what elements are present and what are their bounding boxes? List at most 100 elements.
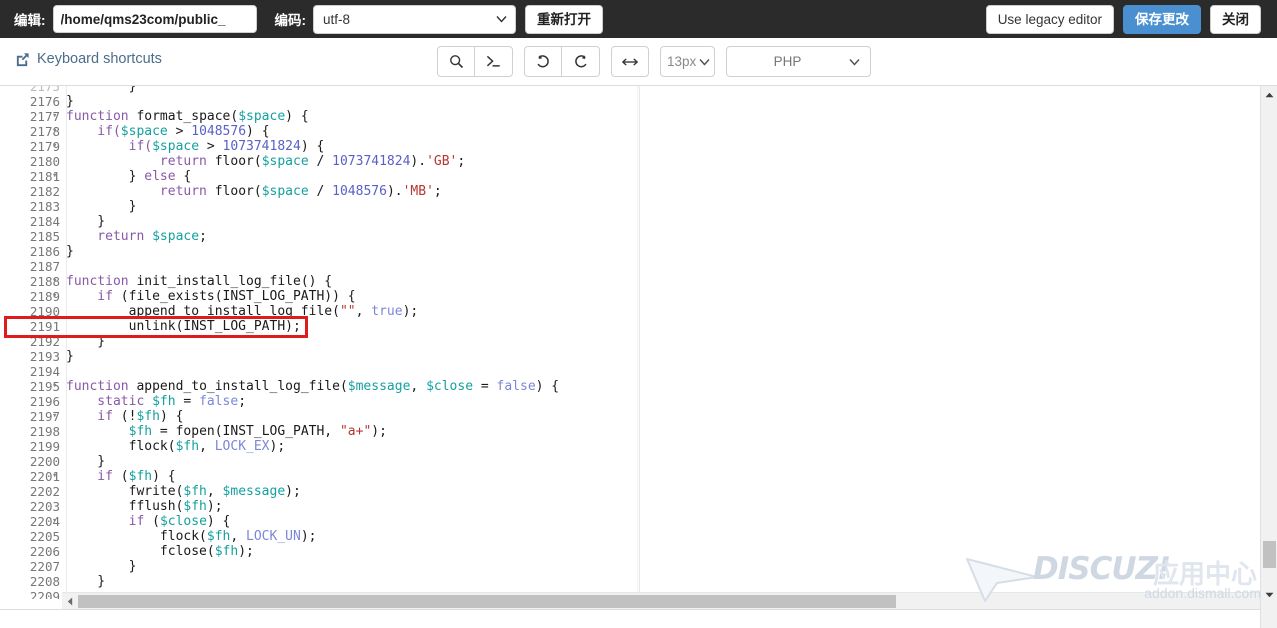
- code-line[interactable]: 2182 return floor($space / 1048576).'MB'…: [0, 184, 1258, 199]
- fold-toggle-icon[interactable]: ▾: [52, 274, 57, 289]
- reopen-button[interactable]: 重新打开: [525, 4, 603, 34]
- horizontal-arrows-icon: [622, 58, 638, 65]
- code-editor[interactable]: 2175 } 2176} 2177 ▾ function format_space($s…: [0, 86, 1277, 628]
- code-line[interactable]: 2176}: [0, 94, 1258, 109]
- line-number: 2196: [29, 394, 60, 409]
- code-text: function init_install_log_file() {: [66, 274, 333, 289]
- code-line[interactable]: 2201 ▾ if ($fh) {: [0, 469, 1258, 484]
- font-size-select[interactable]: 13px: [660, 46, 715, 77]
- code-line[interactable]: 2203 fflush($fh);: [0, 499, 1258, 514]
- code-line[interactable]: 2197 ▾ if (!$fh) {: [0, 409, 1258, 424]
- line-number: 2193: [29, 349, 60, 364]
- code-line[interactable]: 2189 ▾ if (file_exists(INST_LOG_PATH)) {: [0, 289, 1258, 304]
- file-path-input[interactable]: [52, 5, 257, 33]
- line-number: 2207: [29, 559, 60, 574]
- code-line[interactable]: 2195 ▾ function append_to_install_log_file…: [0, 379, 1258, 394]
- code-line[interactable]: 2192 }: [0, 334, 1258, 349]
- fold-toggle-icon[interactable]: ▾: [52, 124, 57, 139]
- close-button[interactable]: 关闭: [1210, 4, 1261, 34]
- code-text: return floor($space / 1048576).'MB';: [66, 184, 442, 199]
- horizontal-scroll-thumb[interactable]: [78, 595, 896, 608]
- code-line[interactable]: 2187: [0, 259, 1258, 274]
- code-line[interactable]: 2207 }: [0, 559, 1258, 574]
- line-number: 2176: [29, 94, 60, 109]
- undo-button[interactable]: [524, 46, 562, 77]
- code-line[interactable]: 2190 append_to_install_log_file("", true…: [0, 304, 1258, 319]
- save-changes-button[interactable]: 保存更改: [1123, 4, 1201, 34]
- fold-toggle-icon[interactable]: ▾: [52, 514, 57, 529]
- search-button[interactable]: [437, 46, 475, 77]
- toggle-wrap-button[interactable]: [611, 46, 649, 77]
- language-mode-select[interactable]: PHP: [726, 46, 871, 77]
- external-link-icon: [16, 52, 29, 66]
- history-group: [524, 46, 600, 77]
- code-text: }: [66, 199, 137, 214]
- encoding-select[interactable]: utf-8: [313, 4, 516, 34]
- code-text: static $fh = false;: [66, 394, 247, 409]
- code-line[interactable]: 2185 return $space;: [0, 229, 1258, 244]
- code-line[interactable]: 2191 unlink(INST_LOG_PATH);: [0, 319, 1258, 334]
- fold-toggle-icon[interactable]: ▾: [52, 469, 57, 484]
- scroll-left-button[interactable]: [62, 593, 77, 609]
- fold-toggle-icon[interactable]: ▾: [52, 139, 57, 154]
- code-line[interactable]: 2200 }: [0, 454, 1258, 469]
- code-line[interactable]: 2181 ▾ } else {: [0, 169, 1258, 184]
- line-number: 2183: [29, 199, 60, 214]
- line-number: 2192: [29, 334, 60, 349]
- line-number: 2180: [29, 154, 60, 169]
- code-text: }: [66, 559, 137, 574]
- console-button[interactable]: [475, 46, 513, 77]
- code-line[interactable]: 2179 ▾ if($space > 1073741824) {: [0, 139, 1258, 154]
- bottom-strip: [0, 609, 1277, 628]
- code-line[interactable]: 2186}: [0, 244, 1258, 259]
- code-line[interactable]: 2199 flock($fh, LOCK_EX);: [0, 439, 1258, 454]
- line-number: 2205: [29, 529, 60, 544]
- code-line[interactable]: 2196 static $fh = false;: [0, 394, 1258, 409]
- code-line[interactable]: 2178 ▾ if($space > 1048576) {: [0, 124, 1258, 139]
- undo-icon: [537, 54, 549, 67]
- vertical-scrollbar[interactable]: [1260, 86, 1277, 628]
- code-line[interactable]: 2180 return floor($space / 1073741824).'…: [0, 154, 1258, 169]
- line-number: 2203: [29, 499, 60, 514]
- fold-toggle-icon[interactable]: ▾: [52, 109, 57, 124]
- scroll-down-button[interactable]: [1261, 586, 1277, 603]
- redo-button[interactable]: [562, 46, 600, 77]
- code-line[interactable]: 2206 fclose($fh);: [0, 544, 1258, 559]
- vertical-scroll-thumb[interactable]: [1263, 541, 1276, 568]
- code-line[interactable]: 2202 fwrite($fh, $message);: [0, 484, 1258, 499]
- scroll-up-button[interactable]: [1261, 86, 1277, 103]
- use-legacy-editor-button[interactable]: Use legacy editor: [985, 4, 1114, 34]
- code-line[interactable]: 2205 flock($fh, LOCK_UN);: [0, 529, 1258, 544]
- code-text: function append_to_install_log_file($mes…: [66, 379, 560, 394]
- code-line[interactable]: 2194: [0, 364, 1258, 379]
- horizontal-scrollbar[interactable]: [62, 592, 1260, 609]
- code-text: if (!$fh) {: [66, 409, 184, 424]
- line-number: 2206: [29, 544, 60, 559]
- fold-toggle-icon[interactable]: ▾: [52, 169, 57, 184]
- code-text: }: [66, 574, 106, 589]
- code-line[interactable]: 2183 }: [0, 199, 1258, 214]
- fold-toggle-icon[interactable]: ▾: [52, 409, 57, 424]
- keyboard-shortcuts-link[interactable]: Keyboard shortcuts: [15, 51, 162, 67]
- terminal-icon: [487, 56, 500, 67]
- fold-toggle-icon[interactable]: ▾: [52, 289, 57, 304]
- line-number: 2187: [29, 259, 60, 274]
- code-lines-container[interactable]: 2175 } 2176} 2177 ▾ function format_space($s…: [0, 86, 1258, 599]
- code-line[interactable]: 2184 }: [0, 214, 1258, 229]
- code-text: }: [128, 86, 137, 94]
- code-line[interactable]: 2208 }: [0, 574, 1258, 589]
- fold-toggle-icon[interactable]: ▾: [52, 379, 57, 394]
- code-text: return floor($space / 1073741824).'GB';: [66, 154, 466, 169]
- line-number: 2191: [29, 319, 60, 334]
- code-line[interactable]: 2193}: [0, 349, 1258, 364]
- code-line[interactable]: 2175 }: [0, 86, 1258, 94]
- code-text: if($space > 1073741824) {: [66, 139, 325, 154]
- code-line[interactable]: 2198 $fh = fopen(INST_LOG_PATH, "a+");: [0, 424, 1258, 439]
- editor-toolbar: Keyboard shortcuts 13px PHP: [0, 38, 1277, 86]
- code-text: fflush($fh);: [66, 499, 223, 514]
- code-line[interactable]: 2204 ▾ if ($close) {: [0, 514, 1258, 529]
- code-line[interactable]: 2177 ▾ function format_space($space) {: [0, 109, 1258, 124]
- code-text: }: [66, 214, 106, 229]
- line-number: 2198: [29, 424, 60, 439]
- code-line[interactable]: 2188 ▾ function init_install_log_file() {: [0, 274, 1258, 289]
